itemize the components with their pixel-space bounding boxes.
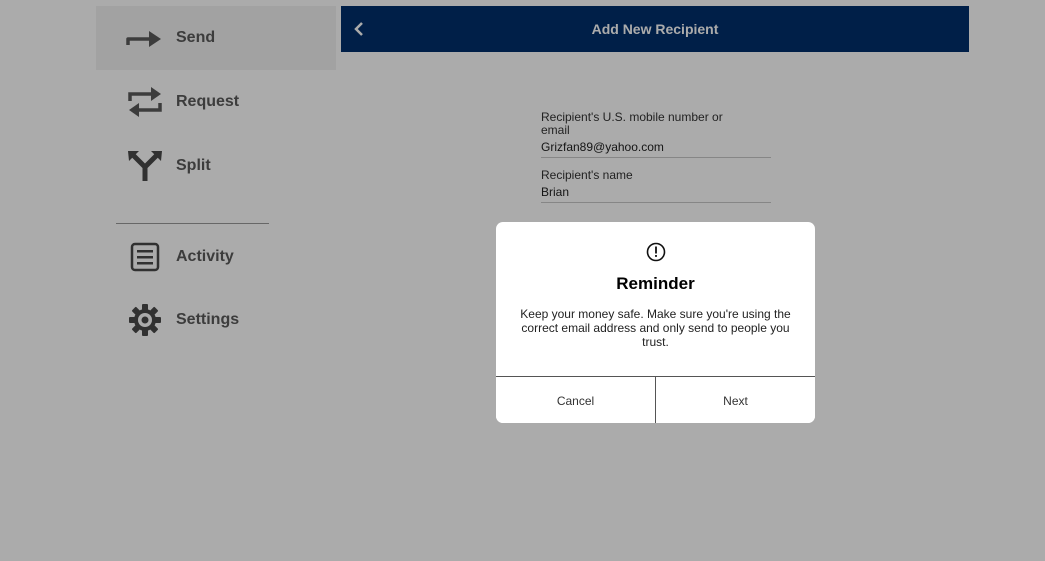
dialog-title: Reminder — [616, 274, 695, 293]
cancel-button[interactable]: Cancel — [496, 377, 656, 423]
exclamation-circle-icon — [646, 242, 666, 262]
reminder-dialog: Reminder Keep your money safe. Make sure… — [496, 222, 815, 423]
next-button[interactable]: Next — [656, 377, 815, 423]
dialog-actions: Cancel Next — [496, 376, 815, 423]
dialog-message: Keep your money safe. Make sure you're u… — [520, 307, 791, 349]
